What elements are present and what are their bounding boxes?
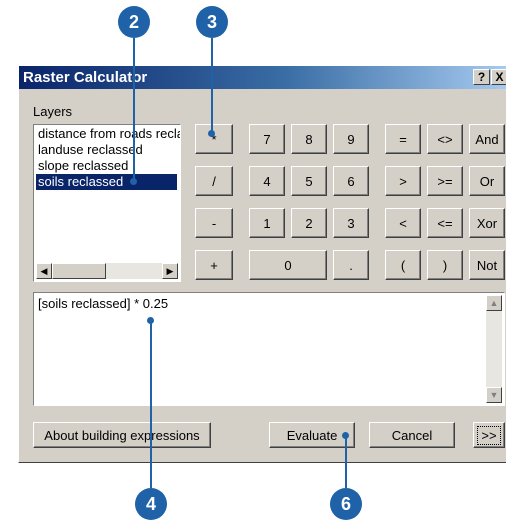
callout-3: 3 — [196, 6, 228, 38]
cancel-button-label: Cancel — [391, 427, 433, 443]
title-bar[interactable]: Raster Calculator ? X — [19, 66, 506, 89]
scroll-right-icon[interactable]: ▶ — [162, 263, 178, 279]
callout-4-leader — [150, 320, 152, 488]
callout-2-leader-end — [130, 178, 137, 185]
digit-4-key[interactable]: 4 — [249, 166, 285, 196]
subtract-key[interactable]: - — [195, 208, 233, 238]
divide-key[interactable]: / — [195, 166, 233, 196]
expand-button-label: >> — [477, 425, 501, 445]
about-building-expressions-button[interactable]: About building expressions — [33, 422, 211, 448]
expression-vertical-scrollbar[interactable]: ▲ ▼ — [486, 295, 502, 403]
callout-3-leader — [211, 38, 213, 134]
xor-key[interactable]: Xor — [469, 208, 505, 238]
layers-label: Layers — [33, 104, 73, 119]
layer-item-distance-from-roads[interactable]: distance from roads recla — [36, 126, 180, 142]
window-title: Raster Calculator — [23, 69, 148, 86]
digit-0-key[interactable]: 0 — [249, 250, 327, 280]
multiply-key[interactable]: * — [195, 124, 233, 154]
raster-calculator-dialog: Raster Calculator ? X Layers distance fr… — [18, 65, 506, 463]
expand-button[interactable]: >> — [473, 422, 505, 448]
scroll-left-icon[interactable]: ◀ — [36, 263, 52, 279]
open-paren-key[interactable]: ( — [385, 250, 421, 280]
callout-3-leader-end — [208, 130, 215, 137]
layers-listbox[interactable]: distance from roads recla landuse reclas… — [33, 124, 181, 282]
digit-7-key[interactable]: 7 — [249, 124, 285, 154]
layer-item-soils-selected[interactable]: soils reclassed — [36, 174, 177, 190]
digit-9-key[interactable]: 9 — [333, 124, 369, 154]
callout-2-leader — [133, 38, 135, 181]
less-equal-key[interactable]: <= — [427, 208, 463, 238]
layer-item-slope[interactable]: slope reclassed — [36, 158, 128, 174]
add-key[interactable]: + — [195, 250, 233, 280]
decimal-key[interactable]: . — [333, 250, 369, 280]
greater-equal-key[interactable]: >= — [427, 166, 463, 196]
scroll-thumb[interactable] — [52, 263, 106, 279]
layer-item-landuse[interactable]: landuse reclassed — [36, 142, 143, 158]
digit-6-key[interactable]: 6 — [333, 166, 369, 196]
evaluate-button-label: Evaluate — [286, 427, 338, 443]
scroll-up-icon[interactable]: ▲ — [486, 295, 502, 311]
layers-horizontal-scrollbar[interactable]: ◀ ▶ — [36, 263, 178, 279]
digit-2-key[interactable]: 2 — [291, 208, 327, 238]
digit-3-key[interactable]: 3 — [333, 208, 369, 238]
callout-6-leader-end — [342, 432, 349, 439]
or-key[interactable]: Or — [469, 166, 505, 196]
close-button[interactable]: X — [491, 69, 506, 85]
callout-4-leader-end — [147, 317, 154, 324]
digit-5-key[interactable]: 5 — [291, 166, 327, 196]
callout-2: 2 — [118, 6, 150, 38]
greater-than-key[interactable]: > — [385, 166, 421, 196]
not-equal-key[interactable]: <> — [427, 124, 463, 154]
expression-text: [soils reclassed] * 0.25 — [38, 296, 169, 311]
callout-6: 6 — [330, 488, 362, 520]
cancel-button[interactable]: Cancel — [369, 422, 455, 448]
expression-textbox[interactable]: [soils reclassed] * 0.25 ▲ ▼ — [33, 292, 505, 406]
callout-6-leader — [345, 435, 347, 488]
help-button[interactable]: ? — [473, 69, 490, 85]
not-key[interactable]: Not — [469, 250, 505, 280]
digit-1-key[interactable]: 1 — [249, 208, 285, 238]
scroll-down-icon[interactable]: ▼ — [486, 387, 502, 403]
about-button-label: About building expressions — [44, 427, 200, 443]
close-paren-key[interactable]: ) — [427, 250, 463, 280]
digit-8-key[interactable]: 8 — [291, 124, 327, 154]
equals-key[interactable]: = — [385, 124, 421, 154]
and-key[interactable]: And — [469, 124, 505, 154]
less-than-key[interactable]: < — [385, 208, 421, 238]
callout-4: 4 — [135, 488, 167, 520]
